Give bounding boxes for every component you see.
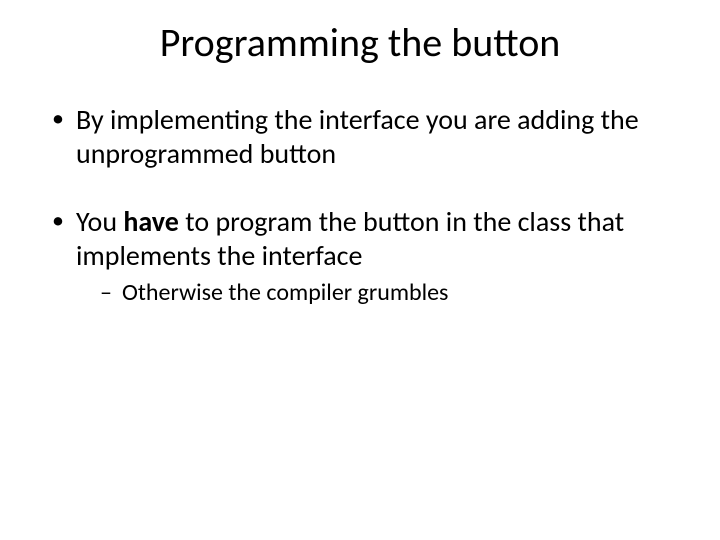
bullet-bold: have — [123, 204, 179, 239]
slide: Programming the button By implementing t… — [0, 0, 720, 540]
bullet-text: By implementing the interface you are ad… — [76, 102, 639, 171]
sub-bullet-item: Otherwise the compiler grumbles — [100, 278, 672, 308]
bullet-item: You have to program the button in the cl… — [48, 205, 672, 307]
bullet-list: By implementing the interface you are ad… — [48, 103, 672, 308]
sub-bullet-text: Otherwise the compiler grumbles — [122, 278, 448, 307]
slide-title: Programming the button — [48, 18, 672, 67]
bullet-item: By implementing the interface you are ad… — [48, 103, 672, 171]
bullet-text: You — [76, 204, 123, 239]
sub-bullet-list: Otherwise the compiler grumbles — [100, 278, 672, 308]
